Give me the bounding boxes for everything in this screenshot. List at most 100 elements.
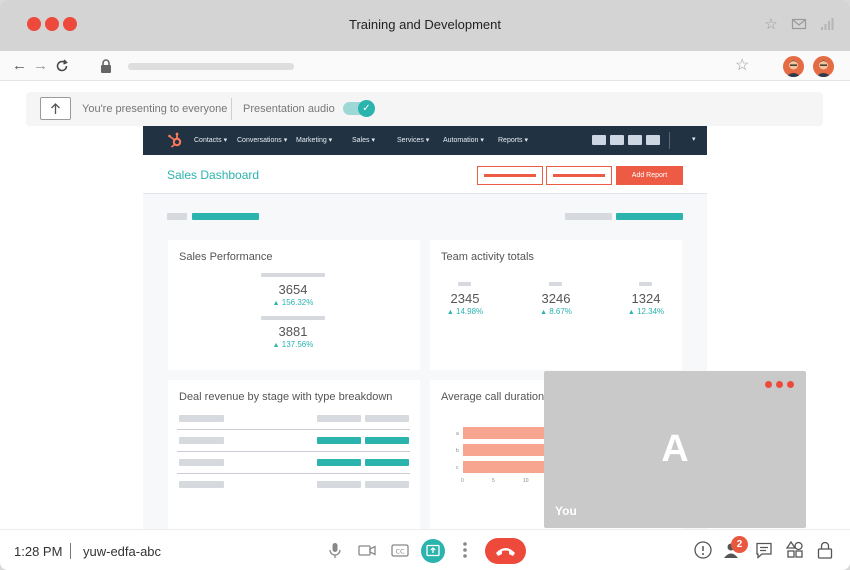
tile-menu-dot[interactable] xyxy=(776,381,783,388)
team-activity-card: Team activity totals 2345 ▲ 14.98% 3246 … xyxy=(430,240,682,370)
metric-label-placeholder xyxy=(549,282,562,286)
nav-automation[interactable]: Automation ▾ xyxy=(443,136,484,144)
chat-icon[interactable] xyxy=(754,540,774,560)
more-icon[interactable] xyxy=(455,540,475,560)
metric-delta: ▲ 12.34% xyxy=(627,307,665,316)
bookmark-star-icon[interactable]: ☆ xyxy=(735,57,749,75)
dashboard-title: Sales Dashboard xyxy=(167,168,260,182)
present-icon[interactable] xyxy=(421,539,445,563)
end-call-icon[interactable] xyxy=(485,538,526,564)
lock-icon xyxy=(99,59,113,73)
nav-sales[interactable]: Sales ▾ xyxy=(352,136,375,144)
nav-reports[interactable]: Reports ▾ xyxy=(498,136,528,144)
hubspot-nav-bar: Contacts ▾ Conversations ▾ Marketing ▾ S… xyxy=(143,126,707,155)
lock-icon[interactable] xyxy=(815,540,835,560)
filter-placeholder[interactable] xyxy=(616,213,683,220)
metric-label-placeholder xyxy=(458,282,471,286)
url-field[interactable] xyxy=(128,63,294,70)
nav-utility-box[interactable] xyxy=(592,135,606,145)
nav-utility-box[interactable] xyxy=(610,135,624,145)
self-label: You xyxy=(555,504,577,518)
info-icon[interactable] xyxy=(693,540,713,560)
up-triangle-icon: ▲ xyxy=(540,309,547,316)
card-title: Team activity totals xyxy=(441,251,534,263)
self-avatar-letter: A xyxy=(661,428,689,470)
sales-performance-card: Sales Performance 3654 ▲ 156.32% 3881 ▲ … xyxy=(168,240,420,370)
forward-arrow-icon[interactable]: → xyxy=(33,57,48,75)
star-icon[interactable]: ☆ xyxy=(762,16,780,34)
metric-value: 3246 xyxy=(541,291,571,306)
metric-delta: ▲ 137.56% xyxy=(272,340,314,349)
table-header-placeholder xyxy=(179,415,224,422)
tile-menu-dot[interactable] xyxy=(787,381,794,388)
nav-marketing[interactable]: Marketing ▾ xyxy=(296,136,332,144)
axis-tick: 10 xyxy=(523,478,529,484)
presenting-banner: You're presenting to everyone Presentati… xyxy=(26,92,823,126)
axis-label: c xyxy=(456,465,459,471)
card-title: Deal revenue by stage with type breakdow… xyxy=(179,391,393,403)
back-arrow-icon[interactable]: ← xyxy=(12,57,27,75)
nav-utility-box[interactable] xyxy=(628,135,642,145)
up-triangle-icon: ▲ xyxy=(272,342,280,349)
up-triangle-icon: ▲ xyxy=(272,300,280,307)
table-divider xyxy=(177,429,410,430)
metric-label-placeholder xyxy=(261,273,325,277)
meeting-code: yuw-edfa-abc xyxy=(83,544,162,559)
participant-avatar[interactable] xyxy=(813,56,834,77)
title-bar: Training and Development ☆ xyxy=(0,0,850,51)
dashboard-actions-button[interactable] xyxy=(477,166,543,185)
divider xyxy=(70,543,71,559)
camera-icon[interactable] xyxy=(357,540,377,560)
activities-icon[interactable] xyxy=(785,540,805,560)
table-cell-placeholder xyxy=(179,459,224,466)
divider xyxy=(669,132,670,149)
metric-delta: ▲ 8.67% xyxy=(540,307,572,316)
check-icon: ✓ xyxy=(358,100,375,117)
table-cell-bar xyxy=(365,437,409,444)
dashboard-header: Sales Dashboard Add Report xyxy=(143,155,707,194)
up-triangle-icon: ▲ xyxy=(627,309,635,316)
mic-icon[interactable] xyxy=(325,540,345,560)
table-divider xyxy=(177,451,410,452)
browser-address-bar: ← → ☆ xyxy=(0,51,850,81)
table-cell-placeholder xyxy=(365,481,409,488)
axis-label: b xyxy=(456,448,459,454)
participant-avatar[interactable] xyxy=(783,56,804,77)
table-header-placeholder xyxy=(317,415,361,422)
tile-menu-dot[interactable] xyxy=(765,381,772,388)
mail-icon[interactable] xyxy=(790,16,808,34)
axis-tick: 5 xyxy=(492,478,495,484)
hubspot-logo-icon[interactable] xyxy=(167,132,184,149)
filter-placeholder xyxy=(565,213,612,220)
nav-contacts[interactable]: Contacts ▾ xyxy=(194,136,227,144)
metric-value: 1324 xyxy=(631,291,661,306)
presentation-audio-toggle[interactable]: ✓ xyxy=(343,100,375,117)
metric-delta: ▲ 14.98% xyxy=(446,307,484,316)
stop-presenting-button[interactable] xyxy=(40,97,71,120)
captions-icon[interactable]: CC xyxy=(390,540,410,560)
deal-revenue-card: Deal revenue by stage with type breakdow… xyxy=(168,380,420,529)
table-cell-placeholder xyxy=(317,481,361,488)
metric-delta: ▲ 156.32% xyxy=(272,298,314,307)
meeting-time: 1:28 PM xyxy=(14,544,63,559)
nav-utility-box[interactable] xyxy=(646,135,660,145)
reload-icon[interactable] xyxy=(55,57,69,78)
metric-label-placeholder xyxy=(261,316,325,320)
filter-placeholder[interactable] xyxy=(192,213,259,220)
nav-conversations[interactable]: Conversations ▾ xyxy=(237,136,287,144)
table-cell-bar xyxy=(317,437,361,444)
add-report-button[interactable]: Add Report xyxy=(616,166,683,185)
table-cell-placeholder xyxy=(179,481,224,488)
self-view-tile[interactable]: A You xyxy=(544,371,806,528)
filter-placeholder xyxy=(167,213,187,220)
card-title: Sales Performance xyxy=(179,251,273,263)
metric-value: 2345 xyxy=(450,291,480,306)
nav-services[interactable]: Services ▾ xyxy=(397,136,429,144)
metric-value: 3654 xyxy=(278,282,308,297)
share-dashboard-button[interactable] xyxy=(546,166,612,185)
account-caret-icon[interactable]: ▾ xyxy=(692,135,696,143)
presenting-status-text: You're presenting to everyone xyxy=(82,103,228,115)
table-cell-placeholder xyxy=(179,437,224,444)
up-triangle-icon: ▲ xyxy=(446,309,454,316)
table-header-placeholder xyxy=(365,415,409,422)
